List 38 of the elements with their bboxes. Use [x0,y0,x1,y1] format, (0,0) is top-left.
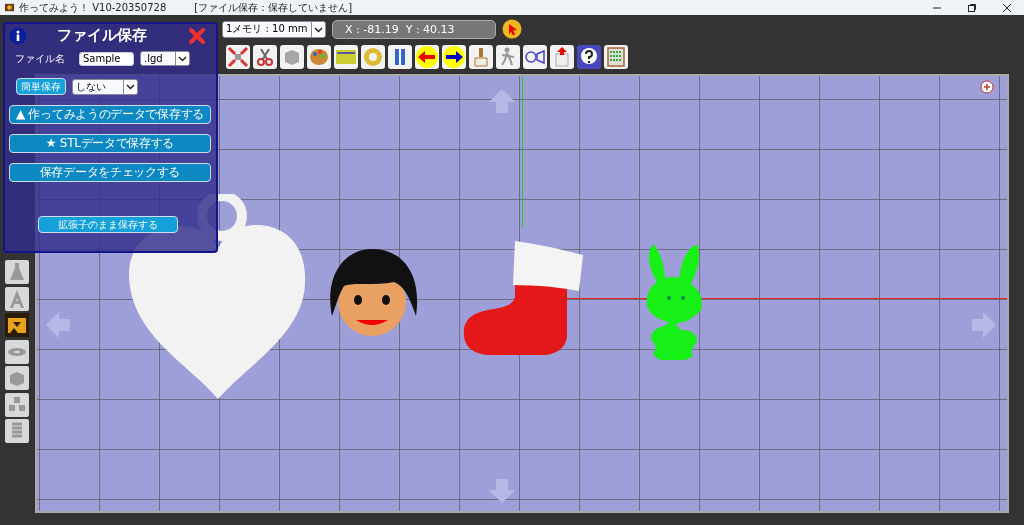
upload-tool-icon[interactable] [550,45,574,69]
app-icon [4,2,15,13]
dialog-title: ファイル保存 [57,26,147,45]
chevron-down-icon[interactable] [123,79,137,94]
expand-tool-icon[interactable] [226,45,250,69]
down-arrow-icon[interactable] [487,478,517,504]
restore-icon[interactable] [967,2,977,13]
filename-field[interactable]: Sample [79,51,134,66]
close-icon[interactable] [1002,2,1012,13]
ruler-tool-icon[interactable] [334,45,358,69]
blocks-shape-icon[interactable] [5,392,29,417]
scissors-tool-icon[interactable] [253,45,277,69]
disc-shape-icon[interactable] [5,339,29,364]
left-tool-icon[interactable] [415,45,439,69]
scale-select[interactable]: 1メモリ : 10 mm [222,20,326,38]
keep-extension-button[interactable]: 拡張子のまま保存する [38,216,178,233]
zoom-in-icon[interactable] [980,80,994,94]
letter-shape-icon[interactable] [5,286,29,311]
help-tool-icon[interactable] [577,45,601,69]
save-option-button[interactable]: ▲ 作ってみようのデータで保存する [9,105,211,124]
quick-save-button[interactable]: 簡単保存 [16,78,66,95]
coordinates-display: X : -81.19 Y : 40.13 [332,19,496,39]
filename-label: ファイル名 [15,51,65,66]
extension-select[interactable]: .lgd [140,51,190,66]
palette-tool-icon[interactable] [307,45,331,69]
box-shape-icon[interactable] [5,313,29,337]
save-option-button[interactable]: ★ STLデータで保存する [9,134,211,153]
save-status: [ファイル保存：保存していません] [194,0,353,15]
panel-tool-icon[interactable] [388,45,412,69]
chevron-down-icon[interactable] [175,52,189,65]
cursor-icon[interactable] [502,19,522,39]
info-icon[interactable] [9,26,27,45]
chevron-down-icon[interactable] [311,21,325,37]
camera-tool-icon[interactable] [523,45,547,69]
quick-save-select[interactable]: しない [72,78,138,95]
right-tool-icon[interactable] [442,45,466,69]
window-title: 作ってみよう！ V10-20350728 [19,0,167,15]
save-option-button[interactable]: 保存データをチェックする [9,163,211,182]
